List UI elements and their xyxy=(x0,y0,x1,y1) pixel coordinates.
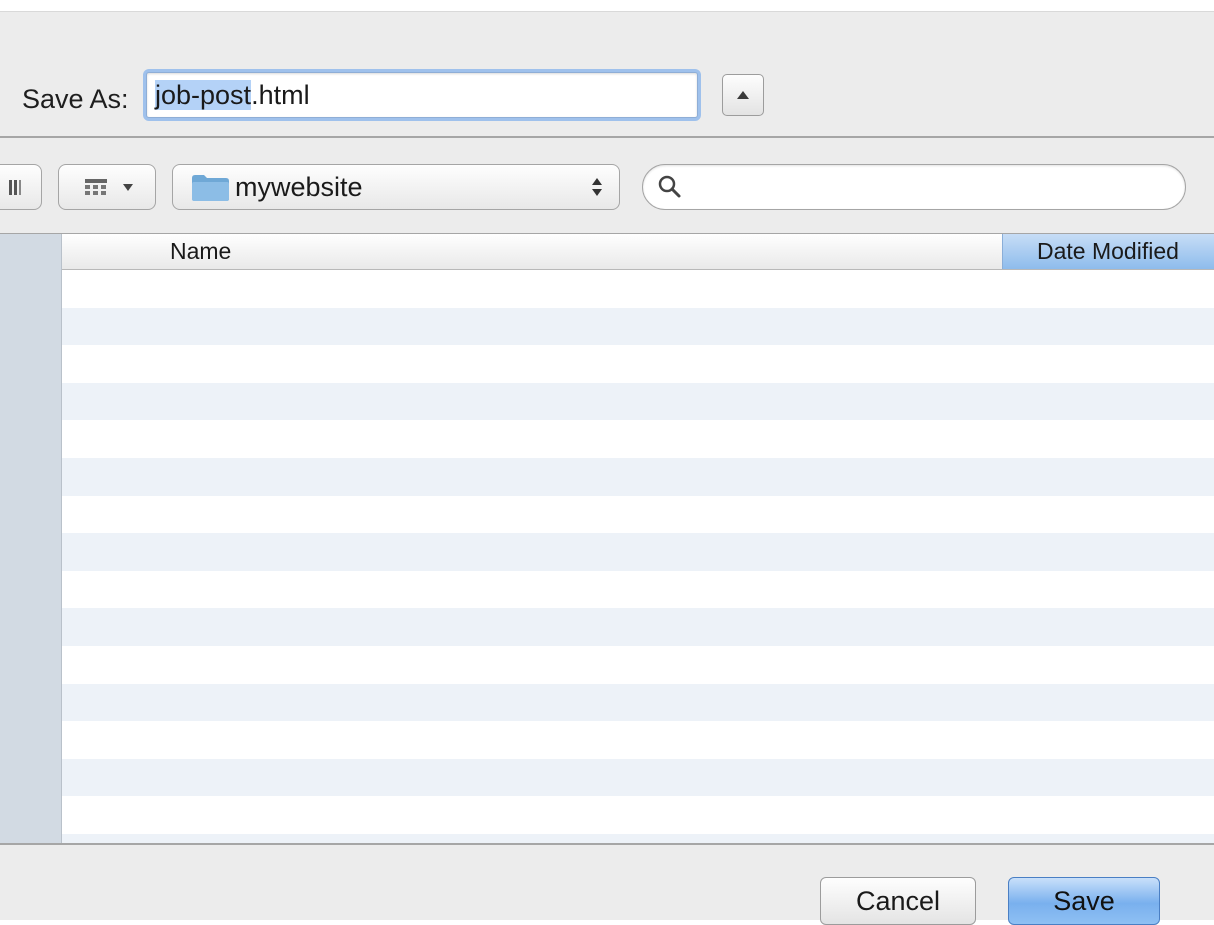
dialog-button-bar: Cancel Save xyxy=(0,843,1214,925)
list-row xyxy=(62,270,1214,308)
list-row xyxy=(62,721,1214,759)
cancel-button[interactable]: Cancel xyxy=(820,877,976,925)
list-row xyxy=(62,758,1214,797)
column-view-button[interactable] xyxy=(0,164,42,210)
arrange-menu-button[interactable] xyxy=(58,164,156,210)
list-row xyxy=(62,645,1214,684)
filename-selected-text: job-post xyxy=(155,80,252,110)
list-row xyxy=(62,457,1214,496)
folder-icon xyxy=(192,175,229,201)
list-row xyxy=(62,420,1214,458)
list-row xyxy=(62,307,1214,346)
filename-field[interactable]: job-post.html xyxy=(146,72,698,118)
list-row xyxy=(62,833,1214,843)
search-icon xyxy=(658,175,681,198)
column-header-bar: Name Date Modified xyxy=(62,234,1214,270)
location-label: mywebsite xyxy=(235,172,363,202)
list-row xyxy=(62,495,1214,534)
list-row xyxy=(62,345,1214,383)
window-top-edge xyxy=(0,0,1214,12)
column-header-date-modified[interactable]: Date Modified xyxy=(1002,234,1214,269)
file-list[interactable]: Name Date Modified xyxy=(62,234,1214,843)
grid-arrange-icon xyxy=(85,179,133,195)
search-input[interactable] xyxy=(689,171,1173,205)
filename-extension-text: .html xyxy=(251,80,310,110)
search-field[interactable] xyxy=(642,164,1186,210)
file-rows xyxy=(62,270,1214,843)
save-button[interactable]: Save xyxy=(1008,877,1160,925)
list-row xyxy=(62,796,1214,834)
save-as-bar: Save As: job-post.html xyxy=(0,12,1214,138)
collapse-expand-button[interactable] xyxy=(722,74,764,116)
list-row xyxy=(62,533,1214,571)
list-row xyxy=(62,382,1214,421)
list-row xyxy=(62,570,1214,609)
sidebar xyxy=(0,234,62,843)
triangle-up-icon xyxy=(737,91,749,99)
list-row xyxy=(62,608,1214,646)
save-as-label: Save As: xyxy=(22,84,129,114)
browser-toolbar: mywebsite xyxy=(0,138,1214,234)
location-popup[interactable]: mywebsite xyxy=(172,164,620,210)
column-view-icon xyxy=(9,180,21,195)
list-row xyxy=(62,683,1214,722)
column-header-name[interactable]: Name xyxy=(170,238,231,265)
updown-chevron-icon xyxy=(592,178,602,196)
